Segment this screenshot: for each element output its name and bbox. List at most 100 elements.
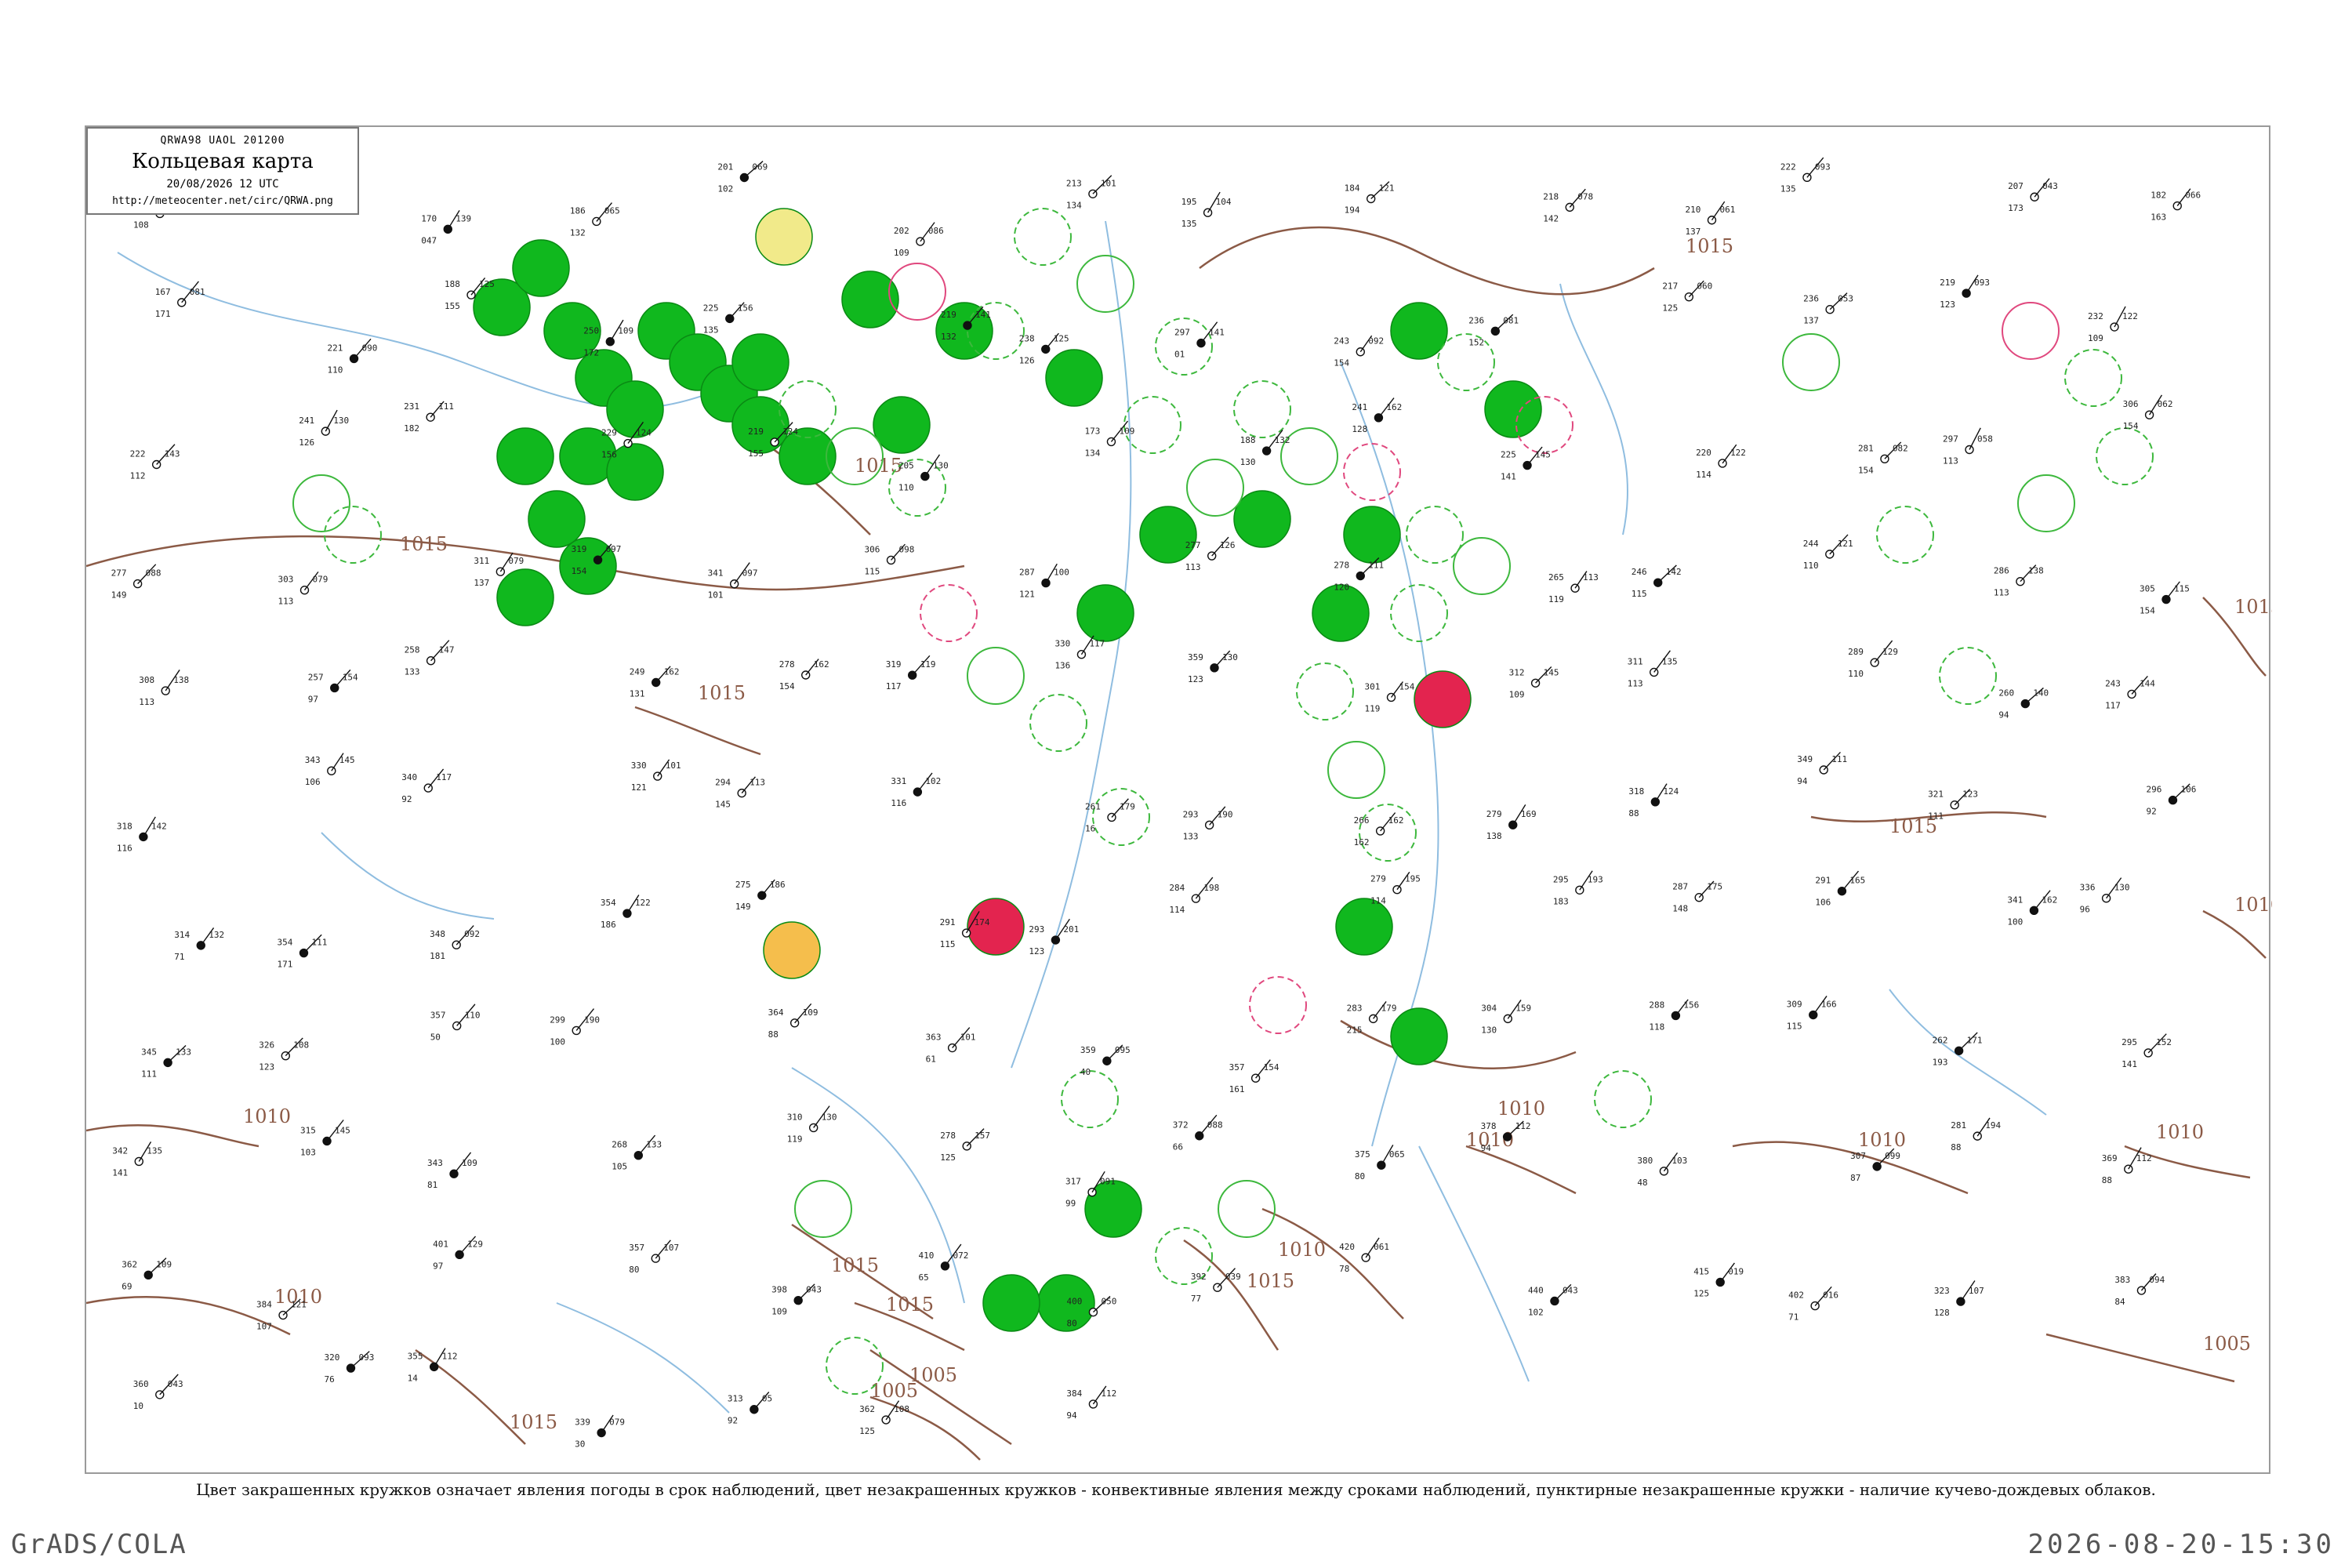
station-pressure: 378 [1481,1121,1497,1131]
station-visibility: 131 [630,688,645,699]
station-temperature: 130 [933,461,949,471]
station-visibility: 163 [2151,212,2166,223]
station-pressure: 225 [1501,450,1516,460]
station-visibility: 110 [1848,669,1864,679]
station-visibility: 134 [1066,200,1082,210]
convective-ring-2 [1014,208,1072,266]
station-visibility: 138 [1486,831,1502,841]
station-pressure: 241 [299,416,314,426]
station-visibility: 154 [2123,421,2139,431]
station-plot: 360 043 10 [133,1374,183,1411]
station-temperature: 065 [1389,1149,1405,1160]
station-pressure: 359 [1080,1045,1096,1055]
isobar-label-3: 1010 [1497,1098,1545,1120]
station-temperature: 066 [2185,191,2201,201]
station-plot: 265 113 119 [1548,571,1599,604]
station-plot: 318 142 116 [117,816,167,853]
station-plot: 330 101 121 [631,759,681,793]
station-temperature: 043 [168,1379,183,1389]
station-temperature: 169 [1521,809,1537,819]
station-temperature: 110 [465,1010,481,1020]
station-pressure: 369 [2102,1153,2118,1163]
station-temperature: 141 [975,310,991,320]
station-temperature: 195 [1405,874,1421,884]
station-temperature: 201 [1063,924,1079,935]
station-pressure: 202 [894,226,909,236]
isobar-line-3 [1340,1019,1577,1070]
station-temperature: 099 [1885,1151,1900,1161]
station-pressure: 299 [550,1014,565,1025]
station-dot [1718,459,1727,468]
station-temperature: 154 [1264,1062,1279,1073]
station-temperature: 081 [1503,315,1519,325]
station-plot: 241 162 128 [1352,397,1402,434]
station-pressure: 238 [1019,333,1035,343]
station-temperature: 043 [806,1285,822,1295]
station-pressure: 287 [1672,882,1688,892]
station-pressure: 392 [1191,1272,1207,1282]
station-temperature: 156 [1683,1000,1699,1010]
station-pressure: 312 [1509,667,1525,677]
station-plot: 284 198 114 [1169,877,1219,915]
station-temperature: 125 [479,279,495,289]
station-pressure: 289 [1848,647,1864,657]
station-temperature: 130 [1222,652,1238,662]
station-plot: 295 152 141 [2122,1033,2172,1069]
station-pressure: 293 [1029,924,1044,935]
station-temperature: 124 [782,426,798,437]
station-plot: 296 106 92 [2146,783,2196,817]
station-plot: 281 082 154 [1858,441,1908,475]
station-visibility: 110 [898,483,914,493]
station-visibility: 16 [1085,823,1095,833]
station-pressure: 297 [1943,434,1958,444]
station-pressure: 313 [728,1394,743,1404]
station-visibility: 102 [1528,1307,1544,1317]
station-pressure: 362 [859,1404,875,1414]
station-plot: 220 122 114 [1696,444,1746,480]
station-plot: 278 162 154 [779,659,829,691]
station-pressure: 182 [2151,191,2166,201]
station-plot: 440 043 102 [1528,1283,1578,1317]
source-url[interactable]: http://meteocenter.net/circ/QRWA.png [88,195,358,207]
station-pressure: 291 [940,917,956,927]
synoptic-map[interactable]: 1015101510151010101010101015100510151010… [86,127,2272,1475]
station-pressure: 249 [630,666,645,677]
station-temperature: 101 [666,760,681,771]
station-pressure: 222 [130,448,146,459]
station-temperature: 122 [2122,311,2138,321]
station-temperature: 108 [293,1040,309,1051]
station-pressure: 219 [1940,278,1955,288]
convective-ring-5 [1233,380,1291,438]
station-visibility: 48 [1637,1178,1647,1188]
station-visibility: 116 [117,843,132,853]
station-plot: 257 154 97 [308,669,358,704]
weather-fill-circle-35 [763,921,821,979]
station-plot: 319 119 117 [886,655,936,691]
station-temperature: 112 [442,1351,458,1361]
station-temperature: 109 [156,1259,172,1269]
station-temperature: 082 [1893,443,1908,453]
station-plot: 369 112 88 [2102,1147,2152,1185]
station-temperature: 094 [2149,1275,2165,1285]
station-visibility: 154 [572,566,587,576]
station-visibility: 113 [1628,678,1643,688]
station-visibility: 87 [1850,1173,1860,1183]
station-pressure: 279 [1370,874,1386,884]
station-pressure: 306 [2123,399,2139,409]
station-plot: 217 060 125 [1662,280,1712,314]
station-visibility: 96 [2080,905,2090,915]
station-plot: 372 088 66 [1173,1114,1223,1152]
convective-ring-7 [1343,443,1401,501]
convective-ring-37 [1029,694,1087,752]
station-plot: 277 126 113 [1185,536,1236,572]
station-temperature: 130 [822,1112,837,1122]
station-pressure: 308 [139,675,154,685]
station-pressure: 314 [174,930,190,940]
station-visibility: 123 [1940,299,1955,310]
station-temperature: 119 [920,659,936,670]
station-plot: 306 098 115 [865,543,914,576]
station-visibility: 92 [2146,807,2156,817]
station-visibility: 154 [779,681,795,691]
station-visibility: 171 [155,309,171,319]
station-visibility: 135 [1780,183,1796,194]
